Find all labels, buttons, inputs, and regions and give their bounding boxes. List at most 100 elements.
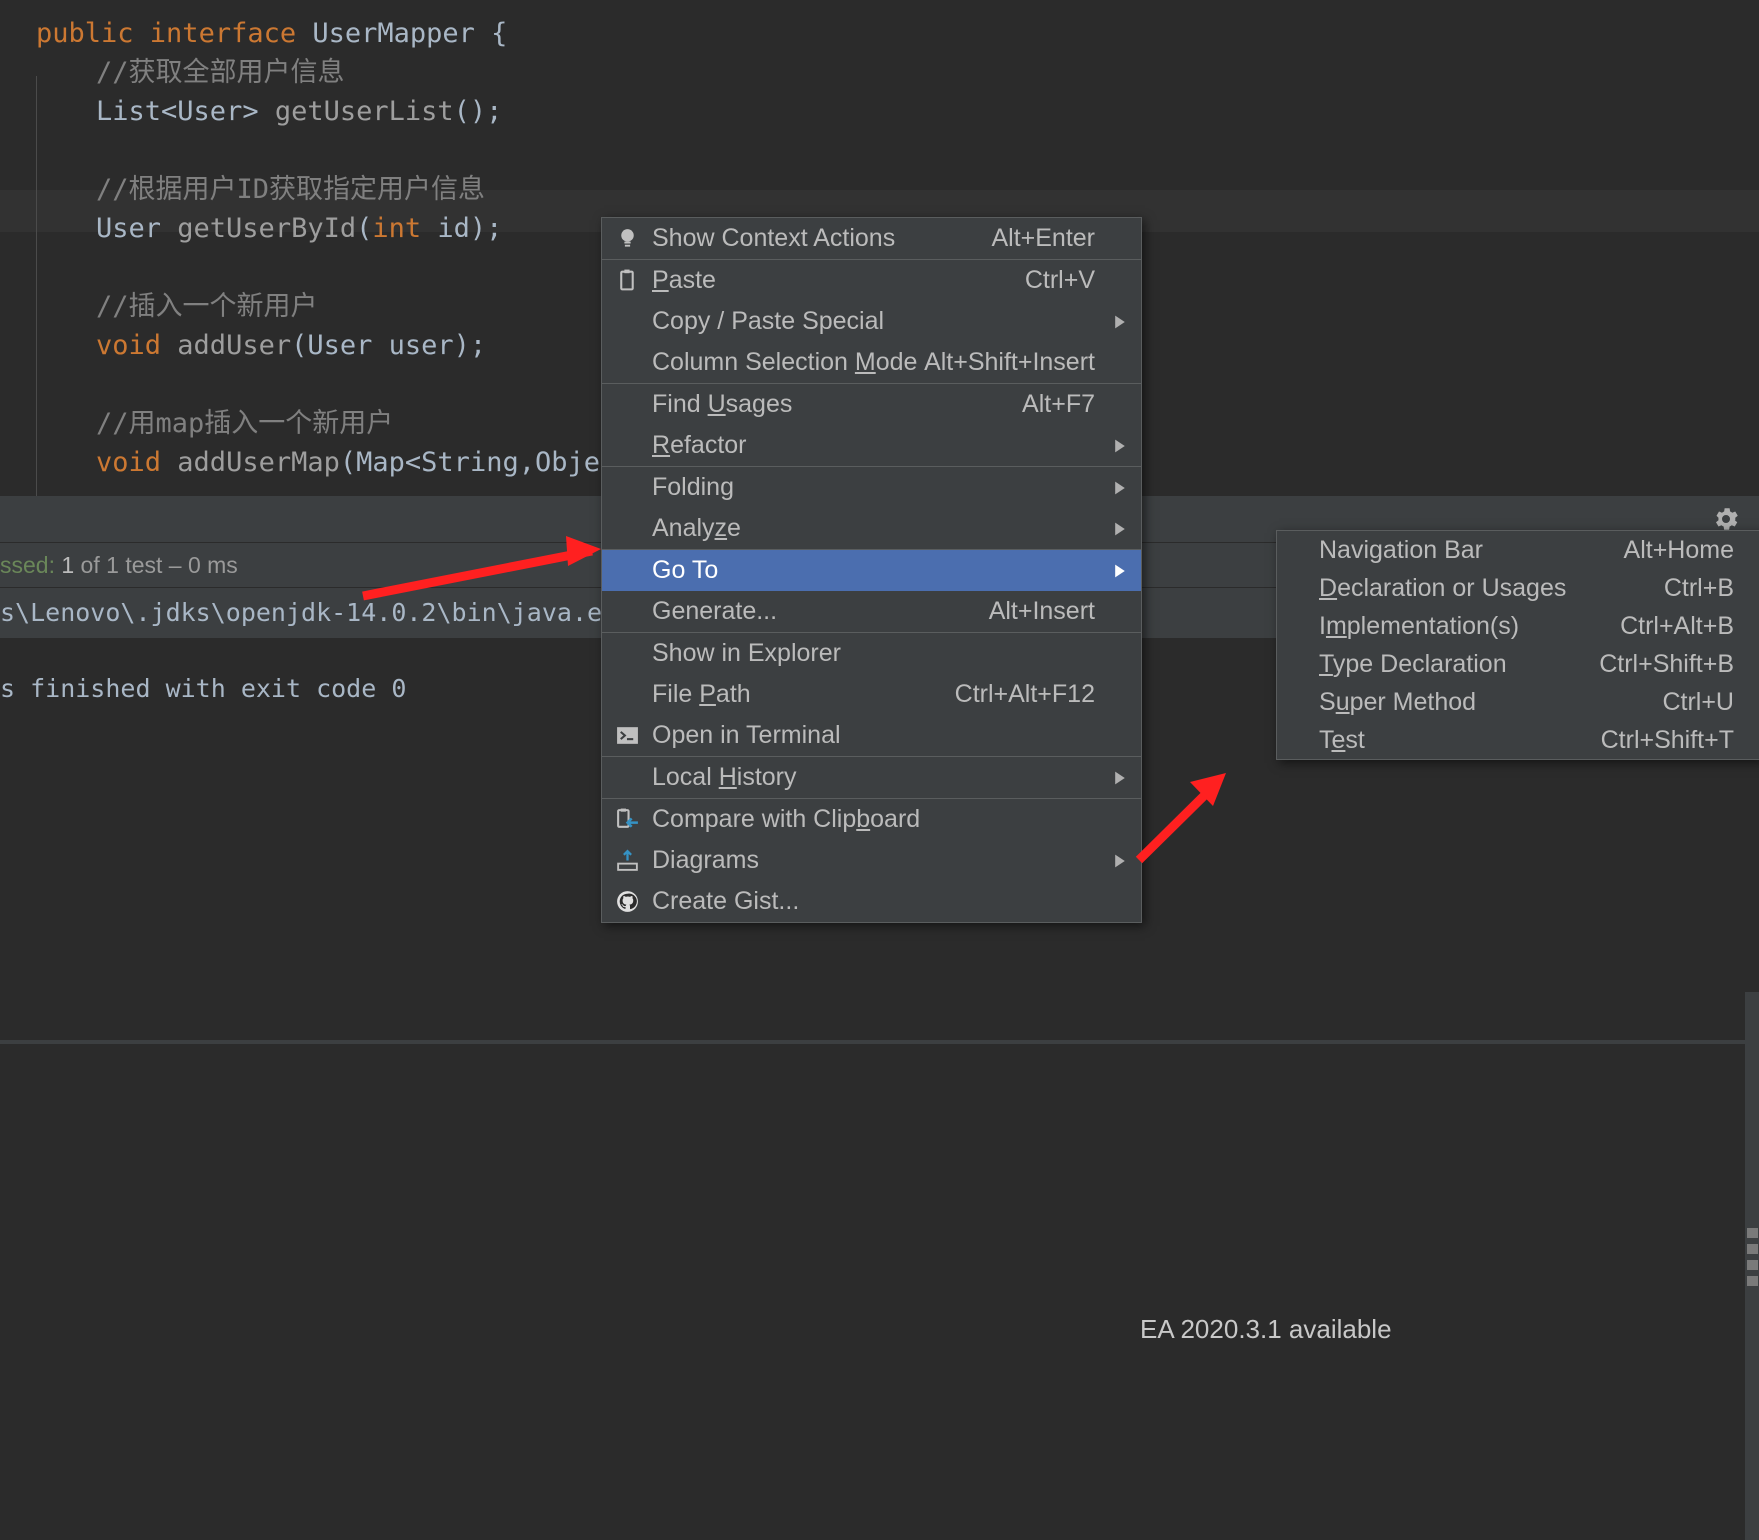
chevron-right-icon: [1107, 480, 1141, 496]
chevron-right-icon: [1107, 563, 1141, 579]
diagrams-icon: [602, 848, 652, 873]
submenu-item-shortcut: Ctrl+B: [1663, 573, 1734, 602]
go-to-submenu[interactable]: Navigation Bar Alt+Home Declaration or Usa…: [1276, 530, 1759, 760]
submenu-item-shortcut: Ctrl+U: [1662, 687, 1734, 716]
code-token: User: [96, 213, 178, 244]
code-token: //插入一个新用户: [96, 291, 318, 322]
code-token: (: [339, 447, 357, 478]
console-scrollbar[interactable]: [1745, 992, 1759, 1540]
submenu-item-test[interactable]: Test Ctrl+Shift+T: [1277, 721, 1759, 759]
menu-item-label: Paste: [652, 266, 716, 294]
submenu-item-label: Declaration or Usages: [1319, 573, 1567, 602]
notification-text[interactable]: EA 2020.3.1 available: [1140, 1314, 1392, 1345]
menu-item-label: Diagrams: [652, 846, 759, 874]
menu-item-file-path[interactable]: File Path Ctrl+Alt+F12: [602, 674, 1141, 715]
code-token: <: [404, 447, 422, 478]
code-token: (: [356, 213, 373, 244]
menu-item-label: Create Gist...: [652, 887, 800, 915]
code-token: user);: [372, 330, 487, 361]
code-token: User: [307, 330, 373, 361]
menu-item-label: Open in Terminal: [652, 721, 841, 749]
menu-item-find-usages[interactable]: Find Usages Alt+F7: [602, 383, 1141, 425]
chevron-right-icon: [1107, 438, 1141, 454]
menu-item-create-gist[interactable]: Create Gist...: [602, 881, 1141, 922]
menu-item-column-selection-mode[interactable]: Column Selection Mode Alt+Shift+Insert: [602, 342, 1141, 383]
code-token: public: [36, 18, 150, 49]
test-status-rest: of 1 test – 0 ms: [74, 552, 238, 578]
submenu-item-navigation-bar[interactable]: Navigation Bar Alt+Home: [1277, 531, 1759, 569]
menu-item-local-history[interactable]: Local History: [602, 756, 1141, 798]
submenu-item-shortcut: Ctrl+Alt+B: [1620, 611, 1734, 640]
menu-item-show-in-explorer[interactable]: Show in Explorer: [602, 632, 1141, 674]
menu-item-label: Folding: [652, 473, 734, 501]
code-token: getUserList: [274, 96, 454, 127]
menu-item-diagrams[interactable]: Diagrams: [602, 840, 1141, 881]
code-token: List: [96, 96, 162, 127]
menu-item-label: Generate...: [652, 597, 778, 625]
chevron-right-icon: [1107, 853, 1141, 869]
menu-item-label: Compare with Clipboard: [652, 805, 921, 833]
menu-item-open-in-terminal[interactable]: Open in Terminal: [602, 715, 1141, 756]
menu-item-paste[interactable]: Paste Ctrl+V: [602, 259, 1141, 301]
menu-item-shortcut: Ctrl+Alt+F12: [954, 680, 1095, 708]
chevron-right-icon: [1107, 770, 1141, 786]
submenu-item-implementation-s[interactable]: Implementation(s) Ctrl+Alt+B: [1277, 607, 1759, 645]
code-token: (: [291, 330, 308, 361]
submenu-item-type-declaration[interactable]: Type Declaration Ctrl+Shift+B: [1277, 645, 1759, 683]
github-icon: [602, 889, 652, 914]
code-token: {: [474, 18, 508, 49]
menu-item-go-to[interactable]: Go To: [602, 549, 1141, 591]
submenu-item-super-method[interactable]: Super Method Ctrl+U: [1277, 683, 1759, 721]
code-token: getUserById: [177, 213, 357, 244]
code-token: interface: [149, 18, 313, 49]
menu-item-refactor[interactable]: Refactor: [602, 425, 1141, 466]
menu-item-show-context-actions[interactable]: Show Context Actions Alt+Enter: [602, 218, 1141, 259]
code-token: void: [96, 447, 162, 478]
menu-item-compare-with-clipboard[interactable]: Compare with Clipboard: [602, 798, 1141, 840]
editor-context-menu[interactable]: Show Context Actions Alt+Enter Paste Ctrl+V…: [601, 217, 1142, 923]
code-token: <: [161, 96, 178, 127]
compare-clipboard-icon: [602, 807, 652, 832]
menu-item-label: Local History: [652, 763, 797, 791]
code-token: id);: [421, 213, 503, 244]
menu-item-label: Show Context Actions: [652, 224, 896, 252]
code-token: //用map插入一个新用户: [96, 408, 394, 439]
menu-item-shortcut: Alt+Enter: [991, 224, 1095, 252]
submenu-item-label: Test: [1319, 725, 1365, 754]
menu-item-generate[interactable]: Generate... Alt+Insert: [602, 591, 1141, 632]
menu-item-copy-paste-special[interactable]: Copy / Paste Special: [602, 301, 1141, 342]
code-token: //获取全部用户信息: [96, 57, 345, 88]
scrollbar-mark: [1747, 1228, 1758, 1238]
scrollbar-mark: [1747, 1244, 1758, 1254]
menu-item-shortcut: Alt+F7: [1022, 390, 1095, 418]
menu-item-label: Go To: [652, 556, 719, 584]
code-token: >: [242, 96, 275, 127]
submenu-item-label: Super Method: [1319, 687, 1477, 716]
code-token: Map: [356, 447, 405, 478]
submenu-item-declaration-or-usages[interactable]: Declaration or Usages Ctrl+B: [1277, 569, 1759, 607]
menu-item-label: Find Usages: [652, 390, 793, 418]
submenu-item-label: Navigation Bar: [1319, 535, 1483, 564]
chevron-right-icon: [1107, 521, 1141, 537]
code-token: ,: [518, 447, 535, 478]
code-token: addUserMap: [177, 447, 340, 478]
code-token: UserMapper: [312, 18, 475, 49]
submenu-item-shortcut: Alt+Home: [1623, 535, 1734, 564]
menu-item-label: Copy / Paste Special: [652, 307, 885, 335]
menu-item-label: Analyze: [652, 514, 741, 542]
scrollbar-mark: [1747, 1276, 1758, 1286]
terminal-icon: [602, 723, 652, 748]
chevron-right-icon: [1107, 314, 1141, 330]
code-token: String: [421, 447, 519, 478]
code-token: int: [372, 213, 422, 244]
menu-item-label: Column Selection Mode: [652, 348, 918, 376]
menu-item-analyze[interactable]: Analyze: [602, 508, 1141, 549]
code-token: //根据用户ID获取指定用户信息: [96, 174, 486, 205]
menu-item-folding[interactable]: Folding: [602, 466, 1141, 508]
code-token: User: [177, 96, 243, 127]
menu-item-shortcut: Alt+Shift+Insert: [924, 348, 1095, 376]
scrollbar-mark: [1747, 1260, 1758, 1270]
submenu-item-label: Type Declaration: [1319, 649, 1507, 678]
